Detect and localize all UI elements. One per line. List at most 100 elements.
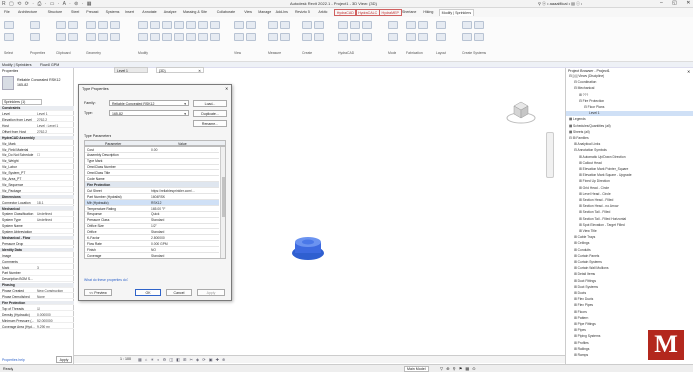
param-value[interactable]: Standard xyxy=(151,230,217,234)
tab-manage[interactable]: Manage xyxy=(256,9,273,16)
ribbon-tool-icon[interactable] xyxy=(30,33,40,41)
ribbon-tool-icon[interactable] xyxy=(388,33,398,41)
browser-item[interactable]: ⊟ ⊞ Families xyxy=(566,136,693,141)
account-area[interactable]: ⚲ ⓐ • aaaalfilcal • ▤ ⓘ • xyxy=(538,1,582,7)
apply-button[interactable]: Apply xyxy=(56,356,72,363)
property-row[interactable]: Description BOM S... xyxy=(0,277,74,282)
property-value[interactable]: 2762.2 xyxy=(37,118,72,122)
property-row[interactable]: Level Level 1 xyxy=(0,112,74,117)
browser-item[interactable]: ⊞ Detail Items xyxy=(566,272,693,277)
browser-item[interactable]: ⊞ Flex Ducts xyxy=(566,297,693,302)
scrollbar-thumb[interactable] xyxy=(222,177,225,217)
tab-steel[interactable]: Steel xyxy=(69,9,81,16)
navigation-bar[interactable] xyxy=(546,132,554,178)
browser-item[interactable]: ⊞ Pipe Fittings xyxy=(566,322,693,327)
help-link[interactable]: What do these properties do? xyxy=(84,278,128,282)
property-row[interactable]: Viz_Area_PT xyxy=(0,177,74,182)
property-group[interactable]: Mechanical xyxy=(0,206,74,211)
property-value[interactable]: Undefined xyxy=(37,212,72,216)
ribbon-tool-icon[interactable] xyxy=(98,33,108,41)
param-value[interactable]: 0.00 xyxy=(151,148,217,152)
viewcube[interactable] xyxy=(506,96,536,126)
ribbon-tool-icon[interactable] xyxy=(138,21,148,29)
tab-systems[interactable]: Systems xyxy=(104,9,122,16)
property-row[interactable]: Pressure Drop xyxy=(0,242,74,247)
property-value[interactable]: Level 1 xyxy=(37,112,72,116)
browser-item[interactable]: ⊞ Elevation Mark Square - Upgrade xyxy=(566,173,693,178)
browser-tree[interactable]: ⊟ [◎] Views (Discipline) ⊟ Coordination ⊟ … xyxy=(566,74,693,362)
ribbon-tool-icon[interactable] xyxy=(302,33,312,41)
property-row[interactable]: Top of Threads ☑ xyxy=(0,307,74,312)
duplicate-button[interactable]: Duplicate... xyxy=(193,110,227,117)
property-row[interactable]: Offset from Host 2762.2 xyxy=(0,130,74,135)
property-row[interactable]: System Abbreviation xyxy=(0,230,74,235)
browser-item[interactable]: ⊞ Section Tail - Filled Horizontal xyxy=(566,217,693,222)
ribbon-tool-icon[interactable] xyxy=(338,21,348,29)
load-button[interactable]: Load... xyxy=(193,100,227,107)
tab-file[interactable]: File xyxy=(2,9,12,16)
property-row[interactable]: Viz_System_PT xyxy=(0,171,74,176)
tab-precast[interactable]: Precast xyxy=(84,9,100,16)
param-value[interactable]: 2.800000 xyxy=(151,236,217,240)
property-value[interactable]: 3 xyxy=(37,266,72,270)
tab-arkitc[interactable]: Arkitc xyxy=(316,9,329,16)
property-group[interactable]: HydraCAD Assembly xyxy=(0,135,74,140)
preview-button[interactable]: << Preview xyxy=(84,289,112,296)
ribbon-tool-icon[interactable] xyxy=(362,33,372,41)
close-icon[interactable]: ✕ xyxy=(687,69,690,74)
ribbon-tool-icon[interactable] xyxy=(246,33,256,41)
property-row[interactable]: Phase Created New Construction xyxy=(0,289,74,294)
param-value[interactable]: 1/2" xyxy=(151,224,217,228)
ribbon-tool-icon[interactable] xyxy=(4,21,14,29)
tab-3d[interactable]: {3D} ✕ xyxy=(156,67,204,73)
tab-insert[interactable]: Insert xyxy=(123,9,136,16)
browser-item[interactable]: ⊞ Pattern xyxy=(566,316,693,321)
browser-item[interactable]: ⊞ View Title xyxy=(566,229,693,234)
ribbon-tool-icon[interactable] xyxy=(186,21,196,29)
ribbon-tool-icon[interactable] xyxy=(162,33,172,41)
ribbon-tool-icon[interactable] xyxy=(98,21,108,29)
property-group[interactable]: Phasing xyxy=(0,283,74,288)
tab-revizto-5[interactable]: Revizto 5 xyxy=(293,9,312,16)
browser-item[interactable]: ⊞ Curtain Panels xyxy=(566,254,693,259)
ribbon-tool-icon[interactable] xyxy=(110,33,120,41)
ribbon-tool-icon[interactable] xyxy=(268,33,278,41)
property-value[interactable]: 0.000000 xyxy=(37,313,72,317)
browser-item[interactable]: ⊞ Section Head - no Arrow xyxy=(566,204,693,209)
property-row[interactable]: Mark 3 xyxy=(0,265,74,270)
ribbon-tool-icon[interactable] xyxy=(268,21,278,29)
ribbon-tool-icon[interactable] xyxy=(246,21,256,29)
property-value[interactable]: 9.290 m² xyxy=(37,325,72,329)
browser-item[interactable]: ⊟ Annotation Symbols xyxy=(566,148,693,153)
ribbon-tool-icon[interactable] xyxy=(436,21,446,29)
property-row[interactable]: Connector Location 18.1 xyxy=(0,200,74,205)
ribbon-tool-icon[interactable] xyxy=(362,21,372,29)
property-row[interactable]: Host Level : Level 1 xyxy=(0,124,74,129)
property-row[interactable]: Part Number xyxy=(0,271,74,276)
family-select[interactable]: Reliable Concealed RSK12 ▾ xyxy=(109,100,189,106)
ok-button[interactable]: OK xyxy=(135,289,161,296)
browser-item[interactable]: ▦ Sheets (all) xyxy=(566,130,693,135)
ribbon-tool-icon[interactable] xyxy=(30,21,40,29)
ribbon-tool-icon[interactable] xyxy=(174,21,184,29)
property-value[interactable]: ☐ xyxy=(37,153,72,157)
tab-analyze[interactable]: Analyze xyxy=(162,9,179,16)
param-value[interactable]: RSK12 xyxy=(151,201,217,205)
scale-label[interactable]: 1 : 100 xyxy=(120,357,131,361)
browser-item[interactable]: ⊟ Fire Protection xyxy=(566,99,693,104)
browser-item[interactable]: ⊞ Fixed Up Direction xyxy=(566,179,693,184)
close-icon[interactable]: ✕ xyxy=(225,86,228,91)
ribbon-tool-icon[interactable] xyxy=(280,33,290,41)
browser-item[interactable]: ⊞ Conduits xyxy=(566,248,693,253)
properties-help-link[interactable]: Properties help xyxy=(2,358,25,362)
ribbon-tool-icon[interactable] xyxy=(406,21,416,29)
browser-item[interactable]: ⊟ Mechanical xyxy=(566,86,693,91)
browser-item[interactable]: ⊞ Analytical Links xyxy=(566,142,693,147)
param-table[interactable]: Cost 0.00 Assembly Description Type Mark Omn… xyxy=(84,146,226,259)
property-row[interactable]: Minimum Pressure (... 52.000000 xyxy=(0,318,74,323)
browser-item[interactable]: ⊞ Callout Head xyxy=(566,161,693,166)
apply-button[interactable]: Apply xyxy=(197,289,225,296)
ribbon-tool-icon[interactable] xyxy=(174,33,184,41)
tab-collaborate[interactable]: Collaborate xyxy=(215,9,237,16)
ribbon-tool-icon[interactable] xyxy=(406,33,416,41)
